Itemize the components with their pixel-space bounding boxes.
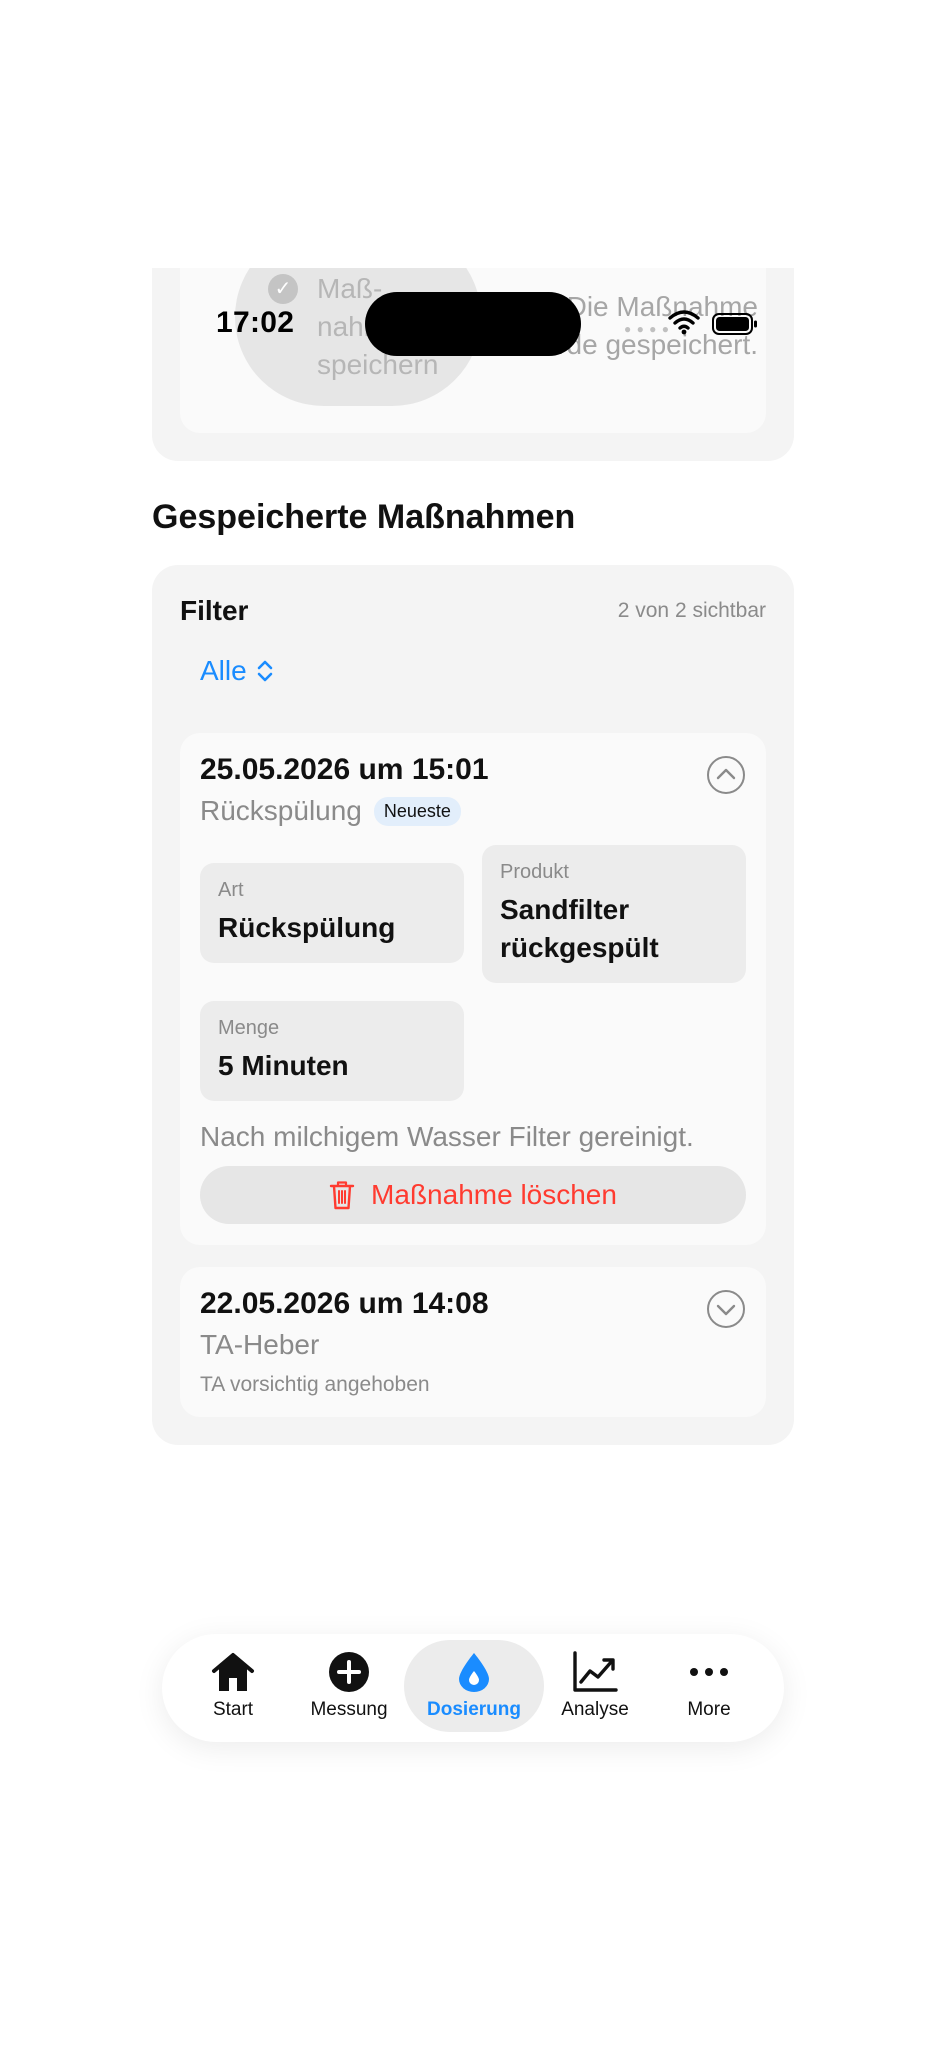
tab-start[interactable]: Start [174,1640,292,1732]
screen: ✓ Maß- nahme speichern Die Maßnahme wurd… [0,0,946,2048]
wifi-icon [668,310,700,335]
chevron-up-down-icon [257,660,273,682]
produkt-value: Sandfilter rückgespült [500,894,659,963]
filter-select[interactable]: Alle [200,655,275,687]
produkt-label: Produkt [500,861,569,883]
entry-type-row: TA-Heber [200,1329,319,1361]
plus-circle-icon [329,1652,369,1692]
chevron-down-circle-icon[interactable] [706,1289,746,1329]
newest-badge: Neueste [373,796,461,826]
entry-date: 22.05.2026 um 14:08 [200,1287,489,1320]
ellipsis-icon [690,1668,728,1676]
art-label: Art [218,879,244,901]
art-tile: Art Rückspülung [200,863,464,963]
art-value: Rückspülung [218,912,396,943]
filter-select-value: Alle [200,655,247,686]
delete-measure-label: Maßnahme löschen [371,1179,617,1210]
entry-type: Rückspülung [200,795,362,826]
signal-dots-icon: ● ● ● ● [624,322,670,336]
filter-label: Filter [180,595,249,626]
menge-value: 5 Minuten [218,1050,349,1081]
tab-dosierung[interactable]: Dosierung [404,1640,544,1732]
section-title: Gespeicherte Maßnahmen [152,498,576,536]
menge-tile: Menge 5 Minuten [200,1001,464,1101]
dynamic-island [365,292,581,356]
entry-date: 25.05.2026 um 15:01 [200,753,489,786]
status-time: 17:02 [216,306,295,339]
entry-type: TA-Heber [200,1329,320,1360]
battery-icon [712,313,757,335]
tab-bar: Start Messung Dosierung Analyse More [162,1634,784,1742]
chevron-up-circle-icon[interactable] [706,755,746,795]
tab-analyse-label: Analyse [561,1699,629,1720]
tab-messung-label: Messung [310,1699,388,1720]
tab-start-label: Start [212,1699,254,1720]
entry-note: TA vorsichtig angehoben [200,1373,430,1396]
trash-icon [329,1181,355,1210]
tab-dosierung-label: Dosierung [427,1699,521,1720]
chart-icon [573,1651,618,1692]
entry-note: Nach milchigem Wasser Filter gereinigt. [200,1121,694,1152]
delete-measure-button[interactable]: Maßnahme löschen [200,1166,746,1224]
tab-analyse[interactable]: Analyse [536,1640,654,1732]
checkmark-icon: ✓ [268,274,298,304]
produkt-tile: Produkt Sandfilter rückgespült [482,845,746,983]
list-item[interactable]: 25.05.2026 um 15:01 Rückspülung Neueste … [180,733,766,1245]
list-item[interactable]: 22.05.2026 um 14:08 TA-Heber TA vorsicht… [180,1267,766,1417]
saved-measures-card: Filter 2 von 2 sichtbar Alle 25.05.2026 … [152,565,794,1445]
menge-label: Menge [218,1017,280,1039]
drop-icon [459,1653,489,1692]
entry-type-row: Rückspülung Neueste [200,795,461,827]
filter-count: 2 von 2 sichtbar [617,599,766,622]
house-icon [212,1653,254,1691]
tab-more[interactable]: More [650,1640,768,1732]
tab-more-label: More [687,1699,731,1720]
scroll-view[interactable]: ✓ Maß- nahme speichern Die Maßnahme wurd… [152,268,794,1780]
tab-messung[interactable]: Messung [290,1640,408,1732]
